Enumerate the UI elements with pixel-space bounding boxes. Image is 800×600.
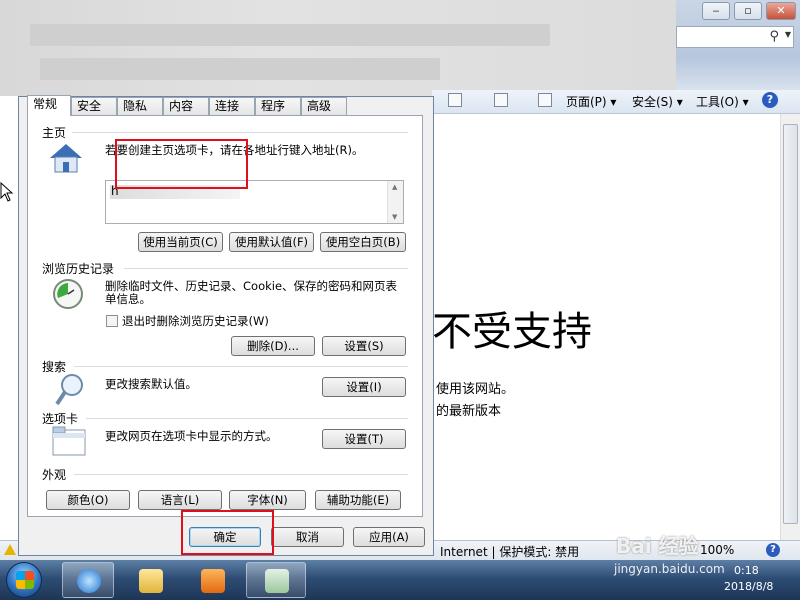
tools-menu[interactable]: 工具(O) ▾ — [696, 93, 749, 110]
mouse-cursor-icon — [0, 182, 14, 202]
use-current-button[interactable]: 使用当前页(C) — [138, 232, 223, 252]
tab-content[interactable]: 内容 — [163, 97, 209, 115]
tab-privacy[interactable]: 隐私 — [117, 97, 163, 115]
search-icon[interactable]: ⚲ — [769, 29, 779, 44]
fonts-button[interactable]: 字体(N) — [229, 490, 306, 510]
help-icon[interactable]: ? — [762, 92, 778, 108]
command-bar: 页面(P) ▾ 安全(S) ▾ 工具(O) ▾ — [432, 90, 800, 114]
accessibility-button[interactable]: 辅助功能(E) — [315, 490, 401, 510]
page-text-line: 使用该网站。 — [436, 382, 515, 397]
textarea-scrollbar[interactable]: ▲ ▼ — [387, 181, 403, 223]
scrollbar-thumb[interactable] — [783, 124, 798, 524]
use-default-button[interactable]: 使用默认值(F) — [229, 232, 314, 252]
blurred-toolbar-area — [0, 0, 676, 96]
warning-icon — [4, 544, 16, 555]
safety-menu[interactable]: 安全(S) ▾ — [632, 93, 683, 110]
group-divider — [86, 418, 408, 419]
search-description: 更改搜索默认值。 — [105, 377, 197, 391]
history-clock-icon — [53, 279, 83, 309]
group-divider — [74, 474, 408, 475]
browser-top-area: ‒ ▫ ✕ ⚲ ▼ — [0, 0, 800, 96]
tabs-icon — [52, 426, 86, 456]
folder-icon — [139, 569, 163, 593]
group-divider — [124, 268, 408, 269]
windows-logo-icon — [16, 571, 34, 589]
print-icon[interactable] — [538, 93, 552, 107]
highlight-box-ok — [181, 510, 274, 555]
page-scrollbar[interactable] — [780, 114, 800, 540]
media-player-icon — [201, 569, 225, 593]
tab-security[interactable]: 安全 — [71, 97, 117, 115]
tab-programs[interactable]: 程序 — [255, 97, 301, 115]
clock-time[interactable]: 0:18 — [734, 564, 759, 577]
read-mail-icon[interactable] — [494, 93, 508, 107]
clock-date[interactable]: 2018/8/8 — [724, 580, 773, 593]
zoom-level[interactable]: 100% — [700, 543, 734, 557]
delete-on-exit-label[interactable]: 退出时删除浏览历史记录(W) — [122, 315, 269, 328]
taskbar-explorer-button[interactable] — [124, 562, 176, 598]
taskbar-notepad-button[interactable] — [246, 562, 306, 598]
chevron-down-icon[interactable]: ▼ — [785, 30, 791, 39]
languages-button[interactable]: 语言(L) — [138, 490, 222, 510]
history-settings-button[interactable]: 设置(S) — [322, 336, 406, 356]
page-content: 不受支持 使用该网站。 的最新版本 — [432, 114, 780, 540]
maximize-button[interactable]: ▫ — [734, 2, 762, 20]
group-divider — [72, 132, 408, 133]
start-button[interactable] — [6, 562, 42, 598]
magnifier-icon — [55, 374, 83, 406]
highlight-box-home-url — [115, 139, 248, 189]
watermark-logo: Bai 经验 — [616, 534, 699, 558]
ie-icon — [77, 569, 101, 593]
tab-advanced[interactable]: 高级 — [301, 97, 347, 115]
group-title-appearance: 外观 — [42, 468, 67, 482]
security-zone-status[interactable]: Internet | 保护模式: 禁用 — [440, 543, 579, 560]
group-title-tabs: 选项卡 — [42, 412, 79, 426]
use-blank-button[interactable]: 使用空白页(B) — [320, 232, 406, 252]
tabs-description: 更改网页在选项卡中显示的方式。 — [105, 429, 278, 443]
blurred-address-bar — [30, 24, 550, 46]
close-window-button[interactable]: ✕ — [766, 2, 796, 20]
page-menu[interactable]: 页面(P) ▾ — [566, 93, 616, 110]
tabs-settings-button[interactable]: 设置(T) — [322, 429, 406, 449]
tab-connections[interactable]: 连接 — [209, 97, 255, 115]
page-heading: 不受支持 — [432, 309, 592, 355]
colors-button[interactable]: 颜色(O) — [46, 490, 130, 510]
watermark-url: jingyan.baidu.com — [614, 562, 725, 576]
cancel-button[interactable]: 取消 — [271, 527, 344, 547]
tab-general[interactable]: 常规 — [27, 95, 71, 116]
taskbar-ie-button[interactable] — [62, 562, 114, 598]
search-settings-button[interactable]: 设置(I) — [322, 377, 406, 397]
history-description: 删除临时文件、历史记录、Cookie、保存的密码和网页表单信息。 — [105, 279, 398, 306]
minimize-button[interactable]: ‒ — [702, 2, 730, 20]
feeds-icon[interactable] — [448, 93, 462, 107]
taskbar-media-button[interactable] — [186, 562, 238, 598]
group-divider — [74, 366, 408, 367]
page-text-line: 的最新版本 — [436, 404, 502, 419]
group-title-home: 主页 — [42, 126, 67, 140]
blurred-tab-strip — [40, 58, 440, 80]
delete-on-exit-checkbox[interactable] — [106, 315, 118, 327]
browser-search-input[interactable]: ⚲ ▼ — [676, 26, 794, 48]
home-icon — [50, 144, 82, 173]
delete-history-button[interactable]: 删除(D)... — [231, 336, 315, 356]
apply-button[interactable]: 应用(A) — [353, 527, 425, 547]
group-title-history: 浏览历史记录 — [42, 262, 115, 276]
notepad-icon — [265, 569, 289, 593]
help-icon[interactable]: ? — [766, 543, 780, 557]
